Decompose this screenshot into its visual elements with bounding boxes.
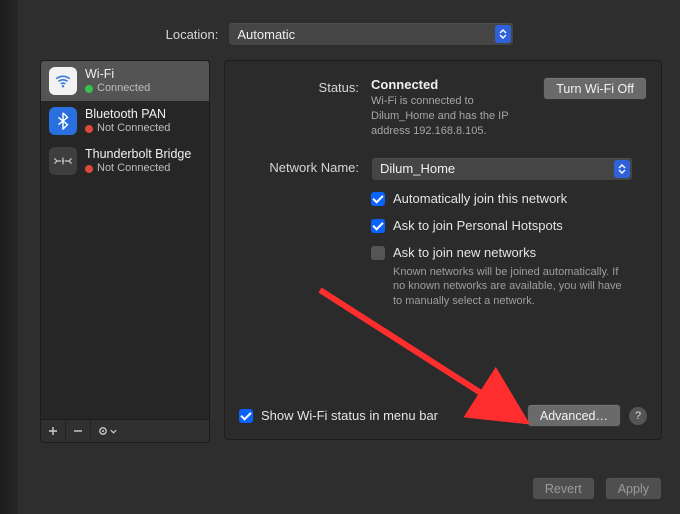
menubar-checkbox[interactable]: Show Wi-Fi status in menu bar (239, 408, 438, 423)
status-dot-icon (85, 85, 93, 93)
ask-join-checkbox[interactable]: Ask to join new networks Known networks … (371, 245, 647, 310)
status-value: Connected (371, 77, 535, 92)
help-button[interactable]: ? (629, 407, 647, 425)
status-dot-icon (85, 125, 93, 133)
status-description: Wi-Fi is connected to Dilum_Home and has… (371, 94, 535, 139)
iface-name: Wi-Fi (85, 67, 150, 82)
bluetooth-icon (49, 107, 77, 135)
status-dot-icon (85, 165, 93, 173)
auto-join-checkbox[interactable]: Automatically join this network (371, 191, 647, 206)
location-value: Automatic (237, 27, 295, 42)
interface-list: Wi-Fi Connected Bluetooth PAN Not Connec… (40, 60, 210, 420)
network-label: Network Name: (239, 157, 371, 181)
checkbox-icon (371, 219, 385, 233)
updown-icon (495, 25, 511, 43)
sidebar-item-bluetooth[interactable]: Bluetooth PAN Not Connected (41, 101, 209, 141)
apply-button[interactable]: Apply (605, 477, 662, 500)
iface-name: Thunderbolt Bridge (85, 147, 191, 162)
updown-icon (614, 160, 630, 178)
checkbox-icon (239, 409, 253, 423)
ask-join-description: Known networks will be joined automatica… (393, 265, 623, 310)
revert-button[interactable]: Revert (532, 477, 595, 500)
location-select[interactable]: Automatic (228, 22, 514, 46)
wifi-icon (49, 67, 77, 95)
sidebar-item-thunderbolt[interactable]: Thunderbolt Bridge Not Connected (41, 141, 209, 181)
hotspot-checkbox[interactable]: Ask to join Personal Hotspots (371, 218, 647, 233)
checkbox-icon (371, 246, 385, 260)
detail-panel: Status: Connected Wi-Fi is connected to … (224, 60, 662, 440)
more-button[interactable] (91, 420, 123, 442)
advanced-button[interactable]: Advanced… (527, 404, 621, 427)
remove-button[interactable] (66, 420, 91, 442)
sidebar-item-wifi[interactable]: Wi-Fi Connected (41, 61, 209, 101)
status-label: Status: (239, 77, 371, 139)
thunderbolt-icon (49, 147, 77, 175)
add-button[interactable] (41, 420, 66, 442)
iface-name: Bluetooth PAN (85, 107, 170, 122)
network-value: Dilum_Home (380, 161, 455, 176)
interface-toolbar (40, 420, 210, 443)
location-label: Location: (166, 27, 219, 42)
network-select[interactable]: Dilum_Home (371, 157, 633, 181)
wifi-toggle-button[interactable]: Turn Wi-Fi Off (543, 77, 647, 100)
checkbox-icon (371, 192, 385, 206)
